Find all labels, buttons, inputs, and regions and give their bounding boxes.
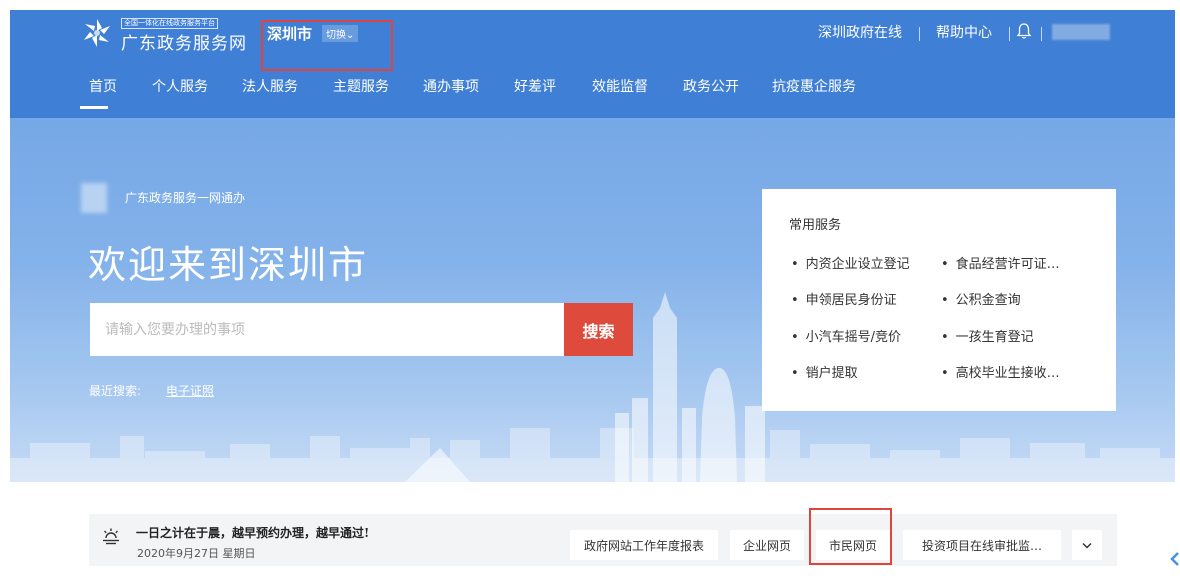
search-button[interactable]: 搜索 xyxy=(564,303,633,356)
chip-annual-report[interactable]: 政府网站工作年度报表 xyxy=(570,530,718,560)
common-services-card: 常用服务 内资企业设立登记 食品经营许可证… 申领居民身份证 公积金查询 小汽车… xyxy=(762,189,1116,411)
notice-date: 2020年9月27日 星期日 xyxy=(137,547,256,560)
logo-tagline: 全国一体化在线政务服务平台 xyxy=(121,18,218,29)
chip-investment-approval[interactable]: 投资项目在线审批监… xyxy=(903,530,1061,560)
nav-active-indicator xyxy=(80,106,108,109)
service-link[interactable]: 一孩生育登记 xyxy=(941,326,1034,345)
nav-item-universal[interactable]: 通办事项 xyxy=(423,76,479,96)
service-link[interactable]: 高校毕业生接收… xyxy=(941,362,1060,381)
bell-icon[interactable] xyxy=(1016,22,1032,40)
recent-search-link[interactable]: 电子证照 xyxy=(166,382,214,399)
notice-text: 一日之计在于晨，越早预约办理，越早通过! xyxy=(136,526,370,540)
nav-item-review[interactable]: 好差评 xyxy=(514,76,556,96)
city-highlight-box xyxy=(261,20,393,71)
service-link[interactable]: 申领居民身份证 xyxy=(791,289,897,308)
gov-online-link[interactable]: 深圳政府在线 xyxy=(818,22,902,42)
portal-logo-icon[interactable] xyxy=(80,16,114,50)
help-center-link[interactable]: 帮助中心 xyxy=(936,22,992,42)
sub-logo-blurred xyxy=(81,183,107,213)
nav-item-covid-services[interactable]: 抗疫惠企服务 xyxy=(772,76,856,96)
nav-item-home[interactable]: 首页 xyxy=(89,76,117,96)
chevron-down-icon xyxy=(1082,542,1092,549)
hero-subtitle: 广东政务服务一网通办 xyxy=(125,191,246,205)
chip-enterprise-page[interactable]: 企业网页 xyxy=(730,530,804,560)
citizen-page-highlight-box xyxy=(809,508,892,565)
service-link[interactable]: 食品经营许可证… xyxy=(941,253,1060,272)
site-title[interactable]: 广东政务服务网 xyxy=(121,29,247,54)
common-services-title: 常用服务 xyxy=(789,218,842,233)
nav-item-topic[interactable]: 主题服务 xyxy=(333,76,389,96)
recent-search-label: 最近搜索: xyxy=(89,384,142,398)
more-chips-button[interactable] xyxy=(1072,530,1102,560)
nav-item-personal[interactable]: 个人服务 xyxy=(152,76,208,96)
user-avatar-blurred[interactable] xyxy=(1052,24,1110,40)
top-link-divider xyxy=(1009,27,1010,41)
top-link-divider xyxy=(1041,27,1042,41)
search-input[interactable] xyxy=(90,303,564,356)
nav-item-supervision[interactable]: 效能监督 xyxy=(592,76,648,96)
nav-item-legal-entity[interactable]: 法人服务 xyxy=(242,76,298,96)
hero-title: 欢迎来到深圳市 xyxy=(88,243,369,287)
service-link[interactable]: 小汽车摇号/竞价 xyxy=(791,326,901,345)
nav-item-gov-affairs[interactable]: 政务公开 xyxy=(683,76,739,96)
service-link[interactable]: 内资企业设立登记 xyxy=(791,253,910,272)
service-link[interactable]: 销户提取 xyxy=(791,362,858,381)
service-link[interactable]: 公积金查询 xyxy=(941,289,1021,308)
top-link-divider xyxy=(919,27,920,41)
chevron-left-icon[interactable] xyxy=(1168,551,1180,567)
sunrise-icon xyxy=(103,528,119,545)
